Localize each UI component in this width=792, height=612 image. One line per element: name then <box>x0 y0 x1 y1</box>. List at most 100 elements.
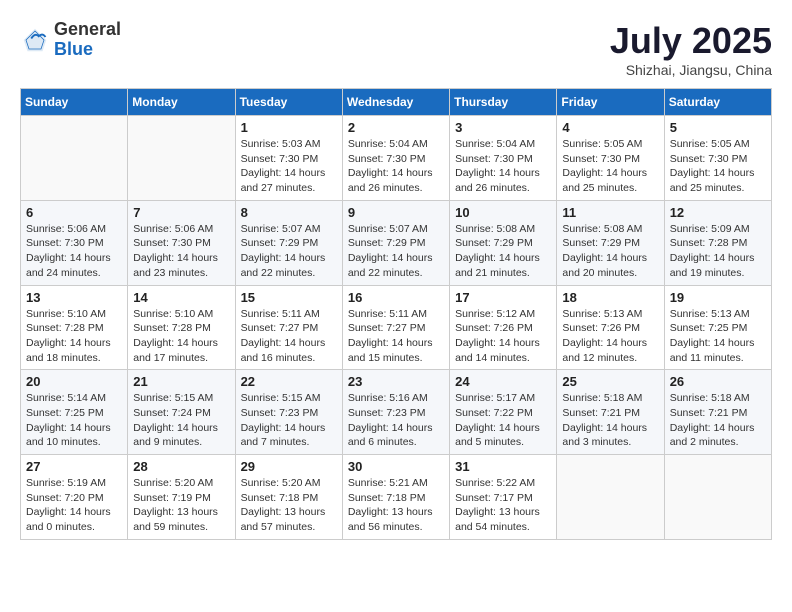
day-header-wednesday: Wednesday <box>342 89 449 116</box>
calendar-week-row: 13Sunrise: 5:10 AM Sunset: 7:28 PM Dayli… <box>21 285 772 370</box>
calendar-cell: 2Sunrise: 5:04 AM Sunset: 7:30 PM Daylig… <box>342 116 449 201</box>
day-number: 21 <box>133 374 229 389</box>
title-block: July 2025 Shizhai, Jiangsu, China <box>610 20 772 78</box>
day-number: 18 <box>562 290 658 305</box>
day-detail: Sunrise: 5:19 AM Sunset: 7:20 PM Dayligh… <box>26 476 122 535</box>
day-number: 25 <box>562 374 658 389</box>
calendar-cell: 28 Sunrise: 5:20 AM Sunset: 7:19 PM Dayli… <box>128 455 235 540</box>
day-number: 24 <box>455 374 551 389</box>
logo-icon <box>20 25 50 55</box>
day-header-monday: Monday <box>128 89 235 116</box>
day-number: 7 <box>133 205 229 220</box>
day-detail: Sunrise: 5:15 AM Sunset: 7:24 PM Dayligh… <box>133 391 229 450</box>
day-header-thursday: Thursday <box>450 89 557 116</box>
day-number: 28 <box>133 459 229 474</box>
day-number: 11 <box>562 205 658 220</box>
calendar-cell <box>557 455 664 540</box>
logo: General Blue <box>20 20 121 60</box>
calendar-week-row: 6 Sunrise: 5:06 AM Sunset: 7:30 PM Daylig… <box>21 200 772 285</box>
location: Shizhai, Jiangsu, China <box>610 62 772 78</box>
calendar-cell <box>664 455 771 540</box>
day-detail: Sunrise: 5:15 AM Sunset: 7:23 PM Dayligh… <box>241 391 337 450</box>
calendar-cell: 7 Sunrise: 5:06 AM Sunset: 7:30 PM Daylig… <box>128 200 235 285</box>
day-number: 19 <box>670 290 766 305</box>
calendar-cell: 17 Sunrise: 5:12 AM Sunset: 7:26 PM Dayli… <box>450 285 557 370</box>
day-detail: Sunrise: 5:13 AM Sunset: 7:25 PM Dayligh… <box>670 307 766 366</box>
calendar-cell <box>21 116 128 201</box>
calendar-cell: 25 Sunrise: 5:18 AM Sunset: 7:21 PM Dayli… <box>557 370 664 455</box>
calendar-week-row: 27Sunrise: 5:19 AM Sunset: 7:20 PM Dayli… <box>21 455 772 540</box>
calendar-cell: 16 Sunrise: 5:11 AM Sunset: 7:27 PM Dayli… <box>342 285 449 370</box>
day-detail: Sunrise: 5:08 AM Sunset: 7:29 PM Dayligh… <box>455 222 551 281</box>
day-detail: Sunrise: 5:06 AM Sunset: 7:30 PM Dayligh… <box>133 222 229 281</box>
calendar-cell: 26Sunrise: 5:18 AM Sunset: 7:21 PM Dayli… <box>664 370 771 455</box>
day-detail: Sunrise: 5:13 AM Sunset: 7:26 PM Dayligh… <box>562 307 658 366</box>
day-detail: Sunrise: 5:06 AM Sunset: 7:30 PM Dayligh… <box>26 222 122 281</box>
day-header-tuesday: Tuesday <box>235 89 342 116</box>
calendar-cell: 13Sunrise: 5:10 AM Sunset: 7:28 PM Dayli… <box>21 285 128 370</box>
month-title: July 2025 <box>610 20 772 62</box>
day-number: 8 <box>241 205 337 220</box>
calendar-cell: 20 Sunrise: 5:14 AM Sunset: 7:25 PM Dayli… <box>21 370 128 455</box>
day-detail: Sunrise: 5:05 AM Sunset: 7:30 PM Dayligh… <box>562 137 658 196</box>
calendar-cell: 3Sunrise: 5:04 AM Sunset: 7:30 PM Daylig… <box>450 116 557 201</box>
day-number: 30 <box>348 459 444 474</box>
day-detail: Sunrise: 5:16 AM Sunset: 7:23 PM Dayligh… <box>348 391 444 450</box>
day-number: 20 <box>26 374 122 389</box>
logo-blue: Blue <box>54 40 121 60</box>
day-detail: Sunrise: 5:04 AM Sunset: 7:30 PM Dayligh… <box>455 137 551 196</box>
day-detail: Sunrise: 5:05 AM Sunset: 7:30 PM Dayligh… <box>670 137 766 196</box>
day-detail: Sunrise: 5:20 AM Sunset: 7:18 PM Dayligh… <box>241 476 337 535</box>
day-header-sunday: Sunday <box>21 89 128 116</box>
day-detail: Sunrise: 5:07 AM Sunset: 7:29 PM Dayligh… <box>348 222 444 281</box>
day-number: 1 <box>241 120 337 135</box>
calendar-cell <box>128 116 235 201</box>
calendar-week-row: 20 Sunrise: 5:14 AM Sunset: 7:25 PM Dayli… <box>21 370 772 455</box>
day-number: 16 <box>348 290 444 305</box>
calendar-cell: 11 Sunrise: 5:08 AM Sunset: 7:29 PM Dayli… <box>557 200 664 285</box>
day-detail: Sunrise: 5:20 AM Sunset: 7:19 PM Dayligh… <box>133 476 229 535</box>
calendar-cell: 8Sunrise: 5:07 AM Sunset: 7:29 PM Daylig… <box>235 200 342 285</box>
day-number: 31 <box>455 459 551 474</box>
calendar-cell: 22 Sunrise: 5:15 AM Sunset: 7:23 PM Dayli… <box>235 370 342 455</box>
calendar-cell: 24 Sunrise: 5:17 AM Sunset: 7:22 PM Dayli… <box>450 370 557 455</box>
day-detail: Sunrise: 5:11 AM Sunset: 7:27 PM Dayligh… <box>348 307 444 366</box>
calendar-cell: 12 Sunrise: 5:09 AM Sunset: 7:28 PM Dayli… <box>664 200 771 285</box>
day-detail: Sunrise: 5:18 AM Sunset: 7:21 PM Dayligh… <box>562 391 658 450</box>
day-detail: Sunrise: 5:11 AM Sunset: 7:27 PM Dayligh… <box>241 307 337 366</box>
day-detail: Sunrise: 5:03 AM Sunset: 7:30 PM Dayligh… <box>241 137 337 196</box>
calendar-cell: 18 Sunrise: 5:13 AM Sunset: 7:26 PM Dayli… <box>557 285 664 370</box>
calendar-cell: 5Sunrise: 5:05 AM Sunset: 7:30 PM Daylig… <box>664 116 771 201</box>
day-detail: Sunrise: 5:14 AM Sunset: 7:25 PM Dayligh… <box>26 391 122 450</box>
day-number: 29 <box>241 459 337 474</box>
calendar-cell: 6 Sunrise: 5:06 AM Sunset: 7:30 PM Daylig… <box>21 200 128 285</box>
day-header-saturday: Saturday <box>664 89 771 116</box>
day-detail: Sunrise: 5:12 AM Sunset: 7:26 PM Dayligh… <box>455 307 551 366</box>
day-detail: Sunrise: 5:10 AM Sunset: 7:28 PM Dayligh… <box>133 307 229 366</box>
day-number: 22 <box>241 374 337 389</box>
calendar-cell: 14 Sunrise: 5:10 AM Sunset: 7:28 PM Dayli… <box>128 285 235 370</box>
day-number: 14 <box>133 290 229 305</box>
calendar-cell: 15Sunrise: 5:11 AM Sunset: 7:27 PM Dayli… <box>235 285 342 370</box>
day-detail: Sunrise: 5:17 AM Sunset: 7:22 PM Dayligh… <box>455 391 551 450</box>
calendar-cell: 30Sunrise: 5:21 AM Sunset: 7:18 PM Dayli… <box>342 455 449 540</box>
calendar-cell: 21 Sunrise: 5:15 AM Sunset: 7:24 PM Dayli… <box>128 370 235 455</box>
day-detail: Sunrise: 5:10 AM Sunset: 7:28 PM Dayligh… <box>26 307 122 366</box>
page-header: General Blue July 2025 Shizhai, Jiangsu,… <box>20 20 772 78</box>
day-number: 12 <box>670 205 766 220</box>
day-detail: Sunrise: 5:09 AM Sunset: 7:28 PM Dayligh… <box>670 222 766 281</box>
calendar-cell: 10 Sunrise: 5:08 AM Sunset: 7:29 PM Dayli… <box>450 200 557 285</box>
day-number: 6 <box>26 205 122 220</box>
calendar-cell: 9 Sunrise: 5:07 AM Sunset: 7:29 PM Daylig… <box>342 200 449 285</box>
day-detail: Sunrise: 5:18 AM Sunset: 7:21 PM Dayligh… <box>670 391 766 450</box>
logo-text: General Blue <box>54 20 121 60</box>
day-number: 10 <box>455 205 551 220</box>
calendar-cell: 27Sunrise: 5:19 AM Sunset: 7:20 PM Dayli… <box>21 455 128 540</box>
day-detail: Sunrise: 5:22 AM Sunset: 7:17 PM Dayligh… <box>455 476 551 535</box>
day-detail: Sunrise: 5:08 AM Sunset: 7:29 PM Dayligh… <box>562 222 658 281</box>
calendar-cell: 23Sunrise: 5:16 AM Sunset: 7:23 PM Dayli… <box>342 370 449 455</box>
day-number: 2 <box>348 120 444 135</box>
day-number: 17 <box>455 290 551 305</box>
day-number: 9 <box>348 205 444 220</box>
day-header-friday: Friday <box>557 89 664 116</box>
